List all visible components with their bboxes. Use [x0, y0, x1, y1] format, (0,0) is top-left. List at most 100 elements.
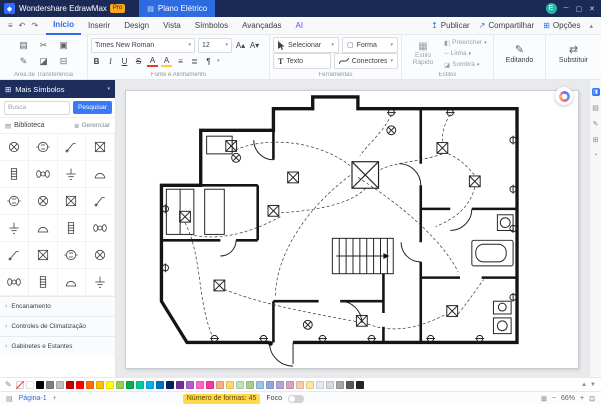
align-left-icon[interactable]: ≡ [175, 57, 186, 66]
symbol-duplex-outlet[interactable] [58, 242, 87, 269]
page-sheet[interactable]: .ow{fill:none;stroke:#141414;stroke-widt… [125, 90, 579, 369]
floor-plan[interactable]: .ow{fill:none;stroke:#141414;stroke-widt… [126, 91, 578, 368]
color-swatch[interactable] [226, 381, 234, 389]
color-swatch[interactable] [186, 381, 194, 389]
symbol-bell[interactable] [86, 161, 115, 188]
color-swatch[interactable] [176, 381, 184, 389]
no-color-swatch[interactable] [16, 381, 24, 389]
focus-toggle[interactable] [288, 395, 304, 403]
font-family-select[interactable]: Times New Roman▾ [91, 38, 195, 53]
tab-ai[interactable]: AI [289, 18, 311, 34]
symbol-junction-box[interactable] [29, 242, 58, 269]
clipboard-more-icon[interactable]: ⊟ [58, 56, 70, 67]
color-swatch[interactable] [276, 381, 284, 389]
color-swatch[interactable] [106, 381, 114, 389]
symbol-fan[interactable] [86, 215, 115, 242]
symbol-ground[interactable] [0, 215, 29, 242]
drawing-canvas[interactable]: .ow{fill:none;stroke:#141414;stroke-widt… [116, 80, 589, 377]
tab-vista[interactable]: Vista [156, 18, 188, 34]
symbol-ceiling-light[interactable] [0, 134, 29, 161]
section-encanamento[interactable]: › Encanamento [0, 296, 115, 316]
italic-button[interactable]: I [105, 57, 116, 66]
color-swatch[interactable] [256, 381, 264, 389]
symbol-fan[interactable] [0, 269, 29, 296]
symbol-junction-box[interactable] [86, 134, 115, 161]
font-size-select[interactable]: 12▾ [198, 38, 232, 53]
color-swatch[interactable] [236, 381, 244, 389]
symbol-ceiling-light[interactable] [86, 242, 115, 269]
page-list-icon[interactable]: ▤ [6, 395, 13, 403]
fit-page-icon[interactable]: ⊞ [541, 395, 547, 403]
palette-up-icon[interactable]: ▲ [581, 382, 587, 388]
options-button[interactable]: ⊞Opções [543, 21, 580, 30]
symbol-search-input[interactable] [4, 101, 70, 115]
underline-button[interactable]: U [119, 57, 130, 66]
tab-inicio[interactable]: Início [46, 17, 81, 35]
color-swatch[interactable] [286, 381, 294, 389]
line-button[interactable]: ─Linha▾ [444, 49, 487, 59]
close-button[interactable]: ✕ [589, 5, 595, 13]
zoom-in-icon[interactable]: + [580, 395, 584, 402]
hamburger-menu-icon[interactable]: ≡ [8, 21, 13, 30]
manage-library-button[interactable]: ≣ Gerenciar [74, 122, 110, 130]
color-swatch[interactable] [216, 381, 224, 389]
bold-button[interactable]: B [91, 57, 102, 66]
tab-simbolos[interactable]: Símbolos [188, 18, 235, 34]
symbol-panel-board[interactable] [58, 215, 87, 242]
color-swatch[interactable] [206, 381, 214, 389]
color-swatch[interactable] [126, 381, 134, 389]
color-swatch[interactable] [136, 381, 144, 389]
list-icon[interactable]: ¶ [203, 57, 214, 66]
symbol-ceiling-light[interactable] [29, 188, 58, 215]
shadow-button[interactable]: ◪Sombra▾ [444, 60, 487, 70]
color-swatch[interactable] [66, 381, 74, 389]
shape-tool-button[interactable]: ▢ Forma▾ [342, 37, 398, 53]
symbol-panel-board[interactable] [0, 161, 29, 188]
color-swatch[interactable] [76, 381, 84, 389]
maximize-button[interactable]: ▢ [576, 5, 583, 13]
color-swatch[interactable] [316, 381, 324, 389]
symbol-duplex-outlet[interactable] [0, 188, 29, 215]
tab-avancadas[interactable]: Avançadas [235, 18, 288, 34]
color-swatch[interactable] [46, 381, 54, 389]
symbol-panel-board[interactable] [29, 269, 58, 296]
user-avatar[interactable]: E [546, 3, 557, 14]
cut-icon[interactable]: ✂ [38, 40, 50, 51]
select-tool-button[interactable]: Selecionar▾ [273, 37, 339, 53]
share-button[interactable]: ↗Compartilhar [479, 21, 535, 30]
format-painter-icon[interactable]: ✎ [18, 56, 30, 67]
color-swatch[interactable] [36, 381, 44, 389]
add-page-icon[interactable]: + [53, 395, 57, 402]
redo-icon[interactable]: ↷ [31, 21, 38, 30]
editing-button[interactable]: ✎ Editando [497, 37, 542, 70]
color-swatch[interactable] [86, 381, 94, 389]
zoom-level[interactable]: 66% [561, 395, 575, 402]
color-swatch[interactable] [96, 381, 104, 389]
color-swatch[interactable] [56, 381, 64, 389]
align-justify-icon[interactable]: ≣ [189, 57, 200, 66]
theme-panel-icon[interactable]: ▤ [592, 104, 599, 112]
strikethrough-button[interactable]: S [133, 57, 144, 66]
color-swatch[interactable] [346, 381, 354, 389]
symbols-panel-header[interactable]: ⊞ Mais Símbolos ▾ [0, 80, 115, 98]
highlight-color-button[interactable]: A [161, 56, 172, 67]
color-swatch[interactable] [296, 381, 304, 389]
section-gabinetes[interactable]: › Gabinetes e Estantes [0, 336, 115, 356]
tab-inserir[interactable]: Inserir [81, 18, 117, 34]
color-swatch[interactable] [326, 381, 334, 389]
symbol-fan[interactable] [29, 161, 58, 188]
symbol-switch[interactable] [0, 242, 29, 269]
color-swatch[interactable] [336, 381, 344, 389]
document-tab[interactable]: ▤ Plano Elétrico [139, 0, 215, 17]
decrease-font-icon[interactable]: A▾ [249, 41, 260, 50]
color-swatch[interactable] [356, 381, 364, 389]
color-swatch[interactable] [246, 381, 254, 389]
color-swatch[interactable] [26, 381, 34, 389]
copy-icon[interactable]: ▣ [58, 40, 70, 51]
text-tool-button[interactable]: T Texto [273, 53, 331, 69]
undo-icon[interactable]: ↶ [19, 21, 26, 30]
minimize-button[interactable]: ─ [564, 5, 569, 12]
fullscreen-icon[interactable]: ⊡ [589, 395, 595, 403]
symbol-ground[interactable] [86, 269, 115, 296]
quick-style-button[interactable]: ▦ Estilo Rápido [405, 41, 441, 66]
